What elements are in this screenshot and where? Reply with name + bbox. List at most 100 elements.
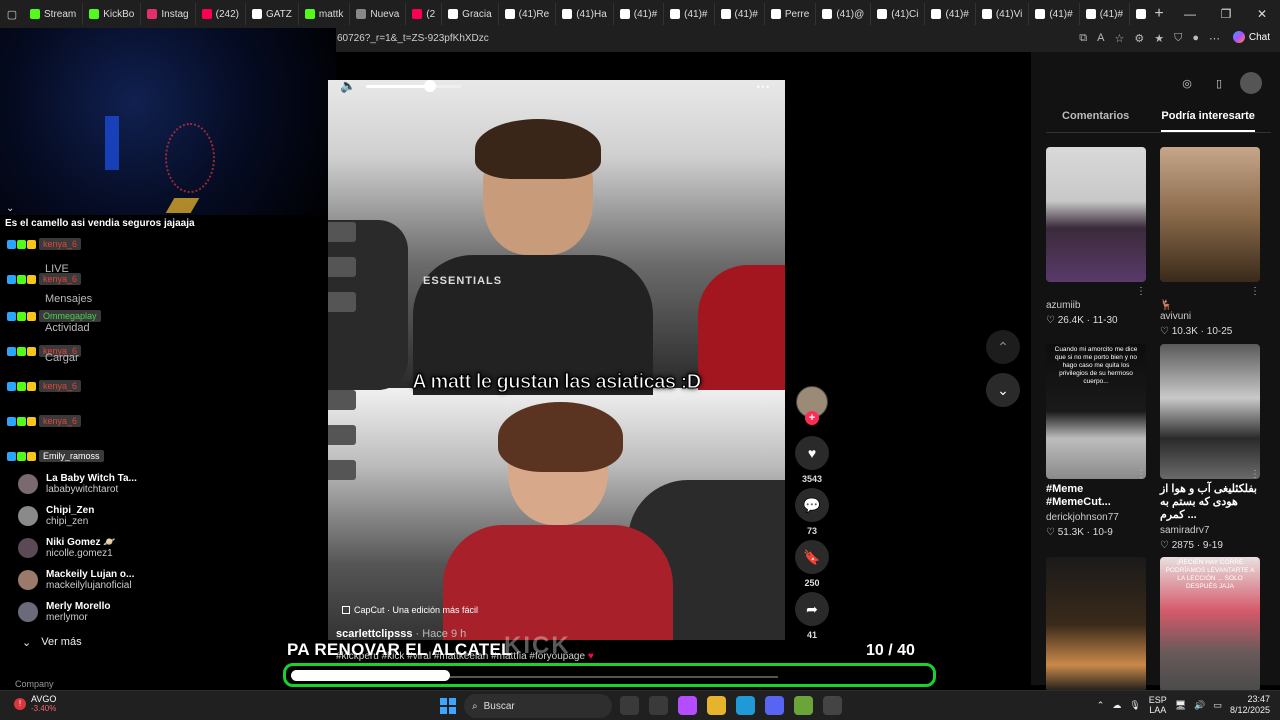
chat-username[interactable]: kenya_6 [39, 380, 82, 392]
recommended-video-card[interactable]: ⋮ azumiib ♡ 26.4K · 11-30 [1046, 147, 1146, 326]
chevron-down-icon[interactable]: ⌄ [6, 203, 14, 214]
app-icon[interactable] [794, 696, 813, 715]
video-thumbnail[interactable] [1160, 344, 1260, 479]
recommended-video-card[interactable]: ⋮ 🦌 avivuni ♡ 10.3K · 10-25 [1160, 147, 1260, 337]
card-username[interactable]: azumiib [1046, 300, 1146, 311]
maximize-icon[interactable]: ❐ [1208, 7, 1244, 21]
share-icon[interactable]: ➦ [795, 592, 829, 626]
chevron-up-icon[interactable]: ⌃ [1097, 700, 1105, 711]
followed-account[interactable]: Niki Gomez 🪐 nicolle.gomez1 [18, 537, 116, 559]
browser-tab[interactable]: Nueva [350, 3, 407, 25]
tab-comments[interactable]: Comentarios [1062, 110, 1129, 132]
video-thumbnail[interactable] [1046, 147, 1146, 282]
browser-tab[interactable]: (41)# [715, 3, 765, 25]
recommended-video-card[interactable]: ¡RECIÉN HAY CORRE PODRÍAMOS LEVANTARTE A… [1160, 557, 1260, 692]
browser-tab[interactable]: GATZ [246, 3, 299, 25]
like-heart-icon[interactable]: ♥ [795, 436, 829, 470]
language-indicator[interactable]: ESP LAA [1149, 695, 1167, 715]
browser-tab[interactable]: (41)Ci [871, 3, 926, 25]
volume-thumb[interactable] [424, 80, 437, 92]
bookmark-icon[interactable]: 🔖 [795, 540, 829, 574]
browser-tab[interactable]: (41)Re [499, 3, 557, 25]
stock-widget[interactable]: ! AVGO -3.40% [14, 694, 56, 713]
extensions-icon[interactable]: ⚙ [1134, 32, 1144, 45]
capcut-label[interactable]: CapCut · Una edición más fácil [342, 605, 478, 615]
browser-tab[interactable]: (41)Vi [976, 3, 1030, 25]
background-nav-label[interactable]: Mensajes [45, 293, 92, 305]
card-username[interactable]: derickjohnson77 [1046, 512, 1146, 523]
browser-tab[interactable]: KickBo [83, 3, 142, 25]
video-player[interactable]: ESSENTIALS A matt le gustan las asiatica… [328, 80, 785, 640]
browser-tab[interactable]: Kuki [1130, 3, 1146, 25]
network-icon[interactable]: 🖥 [1175, 700, 1186, 711]
browser-tab[interactable]: Perre [765, 3, 817, 25]
copilot-app-icon[interactable] [678, 696, 697, 715]
card-more-icon[interactable]: ⋮ [1250, 286, 1260, 297]
card-more-icon[interactable]: ⋮ [1250, 469, 1260, 480]
volume-icon[interactable]: 🔈 [340, 80, 356, 94]
recommended-video-card[interactable]: Cuando mi amorcito me dice que si no me … [1046, 344, 1146, 538]
card-username[interactable]: 🦌 avivuni [1160, 300, 1260, 322]
follow-plus-icon[interactable]: + [805, 411, 819, 425]
microphone-icon[interactable]: 🎙 [1129, 700, 1140, 711]
new-tab-button[interactable]: + [1146, 5, 1172, 23]
background-nav-label[interactable]: Actividad [45, 322, 90, 334]
battery-icon[interactable]: ▭ [1213, 700, 1222, 711]
next-video-chevron-down-icon[interactable]: ⌄ [986, 373, 1020, 407]
tab-actions-icon[interactable]: ▢ [0, 0, 24, 28]
background-nav-label[interactable]: Cargar [45, 352, 79, 364]
coin-icon[interactable]: ◎ [1176, 72, 1198, 94]
open-external-icon[interactable]: ⧉ [1079, 32, 1087, 45]
user-avatar[interactable] [1240, 72, 1262, 94]
store-icon[interactable] [649, 696, 668, 715]
volume-icon[interactable]: 🔊 [1194, 700, 1205, 711]
browser-tab[interactable]: Stream [24, 3, 84, 25]
chat-username[interactable]: kenya_6 [39, 238, 82, 250]
comment-icon[interactable]: 💬 [795, 488, 829, 522]
recommended-video-card[interactable]: ⋮ بفلکئلیغی آب و هوا از هودی که بستم به ک… [1160, 344, 1260, 551]
tab-you-may-like[interactable]: Podría interesarte [1161, 110, 1255, 132]
task-view-icon[interactable] [620, 696, 639, 715]
video-thumbnail[interactable] [1160, 147, 1260, 282]
url-field[interactable]: 60726?_r=1&_t=ZS-923pfKhXDzc [337, 33, 489, 44]
followed-account[interactable]: La Baby Witch Ta... lababywitchtarot [18, 473, 137, 495]
translate-icon[interactable]: A [1097, 32, 1104, 45]
recommended-video-card[interactable] [1046, 557, 1146, 692]
copilot-chat-button[interactable]: Chat [1232, 31, 1270, 43]
browser-tab[interactable]: mattk [299, 3, 351, 25]
minimize-icon[interactable]: — [1172, 7, 1208, 21]
file-explorer-icon[interactable] [707, 696, 726, 715]
favorite-star-icon[interactable]: ☆ [1114, 32, 1124, 45]
windows-start-icon[interactable] [440, 698, 456, 714]
browser-tab[interactable]: (41)# [1029, 3, 1080, 25]
see-more-link[interactable]: ⌄ Ver más [22, 636, 82, 649]
browser-tab[interactable]: (41)Ha [556, 3, 614, 25]
app-icon[interactable] [823, 696, 842, 715]
browser-tab[interactable]: Instag [141, 3, 196, 25]
browser-tab[interactable]: (2 [406, 3, 443, 25]
background-nav-label[interactable]: LIVE [45, 263, 69, 275]
favorites-icon[interactable]: ★ [1154, 32, 1164, 45]
browser-tab[interactable]: (41)@ [816, 3, 872, 25]
card-more-icon[interactable]: ⋮ [1136, 469, 1146, 480]
card-more-icon[interactable]: ⋮ [1136, 286, 1146, 297]
volume-slider[interactable] [366, 80, 462, 92]
more-options-icon[interactable]: ⋯ [756, 80, 771, 95]
browser-tab[interactable]: (41)# [925, 3, 976, 25]
shield-icon[interactable]: ⛉ [1174, 32, 1182, 45]
cloud-icon[interactable]: ☁ [1112, 700, 1121, 711]
card-username[interactable]: samiradrv7 [1160, 525, 1260, 536]
chat-username[interactable]: Ommegaplay [39, 310, 101, 322]
browser-tab[interactable]: (41)# [614, 3, 665, 25]
browser-tab[interactable]: (41)# [1080, 3, 1131, 25]
video-thumbnail[interactable] [1046, 557, 1146, 692]
discord-icon[interactable] [765, 696, 784, 715]
volume-control[interactable]: 🔈 [340, 80, 462, 94]
followed-account[interactable]: Chipi_Zen chipi_zen [18, 505, 94, 527]
edge-icon[interactable] [736, 696, 755, 715]
video-thumbnail[interactable]: Cuando mi amorcito me dice que si no me … [1046, 344, 1146, 479]
followed-account[interactable]: Mackeily Lujan o... mackeilylujanoficial [18, 569, 134, 591]
taskbar-search[interactable]: ⌕ Buscar [464, 694, 612, 718]
browser-tab[interactable]: (41)# [664, 3, 715, 25]
profile-icon[interactable]: ● [1192, 32, 1199, 45]
